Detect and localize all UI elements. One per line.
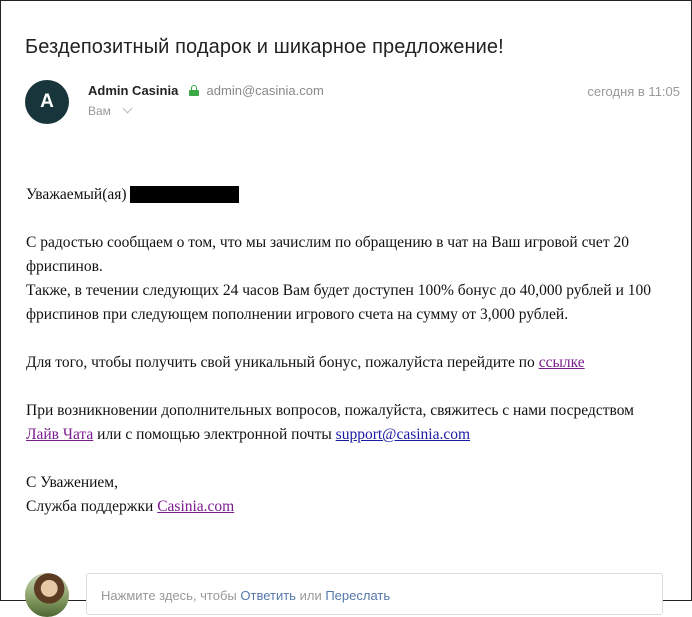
greeting-paragraph: Уважаемый(ая) Юрий Радионов [26, 183, 666, 207]
sender-avatar[interactable]: A [25, 80, 69, 124]
recipient-label: Вам [88, 104, 111, 118]
sender-line: Admin Casinia admin@casinia.com [88, 83, 324, 98]
recipient-line[interactable]: Вам [88, 103, 133, 118]
quick-reply-box[interactable]: Нажмите здесь, чтобы Ответить или Пересл… [86, 573, 663, 615]
email-subject: Бездепозитный подарок и шикарное предлож… [25, 36, 504, 58]
chevron-down-icon[interactable] [122, 103, 133, 114]
signature: С Уважением, Служба поддержки Casinia.co… [26, 471, 666, 519]
contact-paragraph: При возникновении дополнительных вопросо… [26, 399, 666, 447]
greeting: Уважаемый(ая) [26, 186, 127, 203]
contact-text: При возникновении дополнительных вопросо… [26, 402, 634, 419]
email-body: Уважаемый(ая) Юрий Радионов С радостью с… [26, 183, 666, 543]
support-email-link[interactable]: support@casinia.com [336, 426, 470, 443]
bonus-line-2: Также, в течении следующих 24 часов Вам … [26, 282, 651, 323]
email-date: сегодня в 11:05 [587, 84, 680, 99]
sender-email[interactable]: admin@casinia.com [207, 83, 324, 98]
lock-icon [188, 85, 199, 96]
signoff: С Уважением, [26, 474, 118, 491]
casinia-link[interactable]: Casinia.com [157, 498, 234, 515]
bonus-paragraph: С радостью сообщаем о том, что мы зачисл… [26, 231, 666, 327]
link-paragraph-text: Для того, чтобы получить свой уникальный… [26, 354, 535, 371]
link-paragraph: Для того, чтобы получить свой уникальный… [26, 351, 666, 375]
live-chat-link[interactable]: Лайв Чата [26, 426, 93, 443]
bonus-link[interactable]: ссылке [539, 354, 585, 371]
avatar-letter: A [40, 91, 54, 112]
signature-text: Служба поддержки [26, 498, 154, 515]
contact-middle: или с помощью электронной почты [97, 426, 332, 443]
user-avatar [25, 573, 69, 617]
bonus-line-1: С радостью сообщаем о том, что мы зачисл… [26, 234, 629, 275]
redacted-name: Юрий Радионов [130, 186, 240, 203]
sender-name[interactable]: Admin Casinia [88, 83, 178, 98]
